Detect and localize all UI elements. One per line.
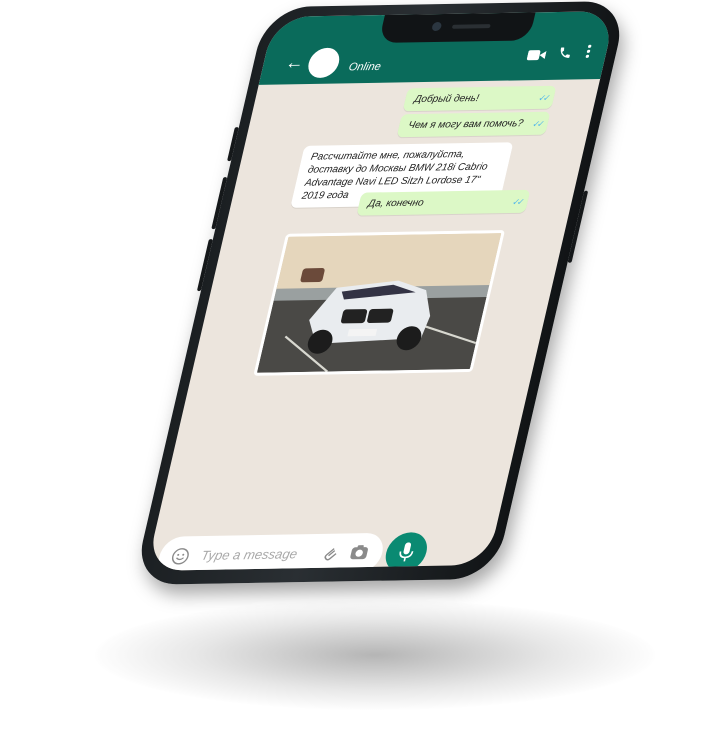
avatar[interactable]: [305, 47, 343, 79]
attach-icon[interactable]: [319, 545, 340, 568]
back-arrow-icon[interactable]: ←: [283, 52, 307, 73]
car-photo-message[interactable]: [253, 230, 506, 376]
message-input[interactable]: Type a message: [200, 546, 299, 563]
mic-button[interactable]: [381, 532, 432, 571]
phone-call-icon[interactable]: [556, 46, 574, 64]
contact-status: Online: [347, 60, 383, 74]
volume-down-button: [196, 239, 213, 292]
read-ticks-icon: ✓✓: [511, 196, 523, 207]
mic-icon: [396, 542, 416, 567]
message-bubble: Да, конечно ✓✓: [356, 189, 531, 216]
notch: [378, 12, 536, 43]
message-bubble: Чем я могу вам помочь? ✓✓: [396, 111, 551, 138]
read-ticks-icon: ✓✓: [537, 92, 549, 103]
video-call-icon[interactable]: [525, 48, 547, 65]
phone-screen: ← Online Добрый день! ✓✓ Чем я могу вам …: [146, 10, 616, 571]
message-text: Добрый день!: [413, 93, 480, 106]
message-text: Да, конечно: [366, 197, 425, 210]
car-illustration: [256, 233, 502, 373]
more-vert-icon[interactable]: [584, 44, 592, 62]
front-camera: [431, 21, 443, 32]
message-bubble: Добрый день! ✓✓: [402, 85, 557, 112]
phone-shadow: [95, 600, 655, 710]
phone-mockup: ← Online Добрый день! ✓✓ Чем я могу вам …: [88, 0, 661, 604]
read-ticks-icon: ✓✓: [531, 118, 543, 129]
message-composer: Type a message: [154, 532, 387, 571]
emoji-icon[interactable]: [168, 547, 191, 570]
camera-icon[interactable]: [347, 544, 370, 565]
message-text: Чем я могу вам помочь?: [406, 118, 525, 132]
silent-switch: [227, 127, 239, 162]
earpiece-speaker: [451, 24, 491, 29]
phone-body: ← Online Добрый день! ✓✓ Чем я могу вам …: [132, 0, 629, 586]
volume-up-button: [211, 177, 228, 230]
